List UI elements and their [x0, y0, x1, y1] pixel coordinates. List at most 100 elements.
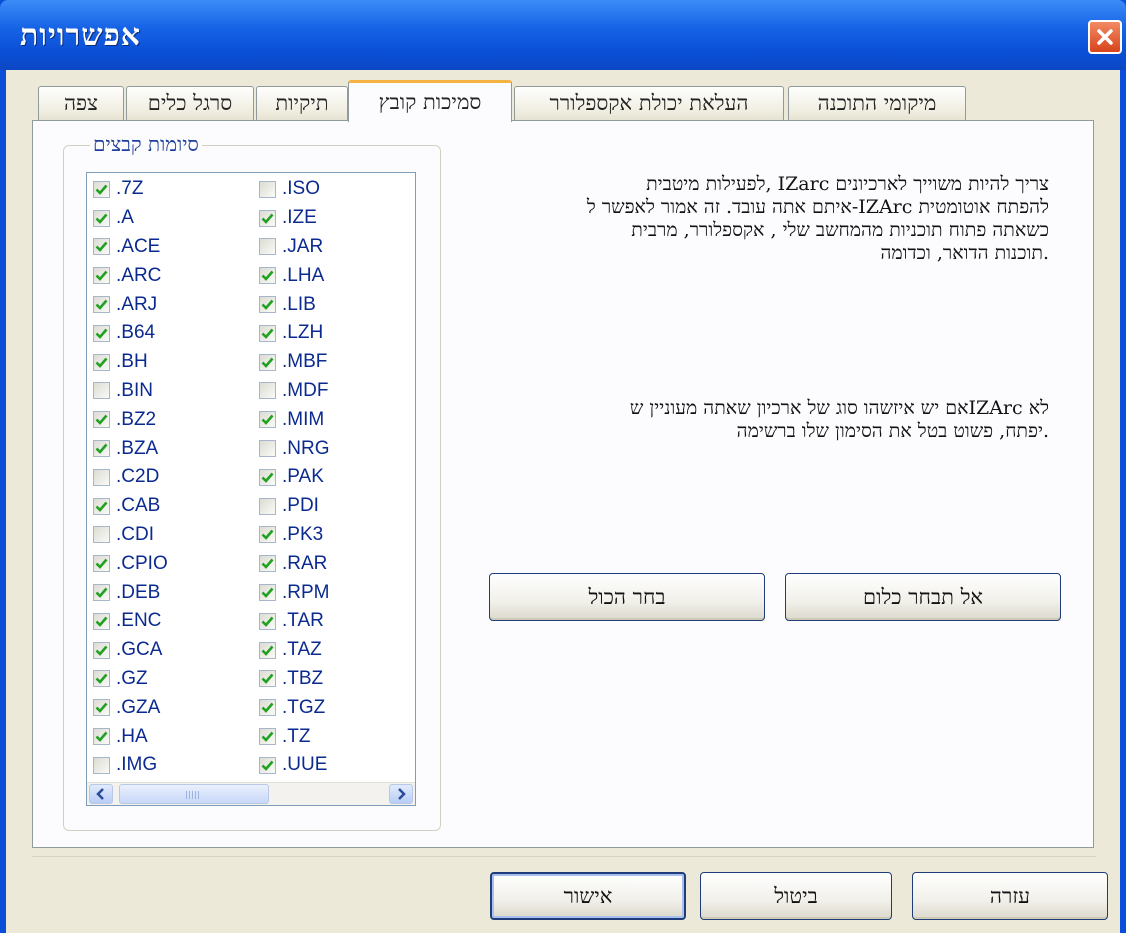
checkbox[interactable] — [93, 180, 110, 198]
tab-view[interactable]: צפה — [38, 86, 124, 120]
checkbox[interactable] — [259, 555, 276, 573]
extension-checkbox-item[interactable]: .IMG — [93, 751, 168, 780]
extension-checkbox-item[interactable]: .UUE — [259, 751, 330, 780]
checkbox[interactable] — [93, 324, 110, 342]
extension-checkbox-item[interactable]: .7Z — [93, 175, 168, 204]
extensions-list[interactable]: .7Z .A .ACE .ARC .ARJ .B64 .BH .BIN .BZ2 .BZA .C2D… — [86, 172, 416, 806]
extension-checkbox-item[interactable]: .HA — [93, 722, 168, 751]
checkbox[interactable] — [259, 670, 276, 688]
extension-checkbox-item[interactable]: .CPIO — [93, 549, 168, 578]
select-none-button[interactable]: אל תבחר כלום — [785, 573, 1061, 621]
close-button[interactable] — [1088, 20, 1122, 54]
extension-checkbox-item[interactable]: .GCA — [93, 636, 168, 665]
extension-checkbox-item[interactable]: .C2D — [93, 463, 168, 492]
checkbox[interactable] — [259, 728, 276, 746]
checkbox[interactable] — [93, 411, 110, 429]
extension-checkbox-item[interactable]: .JAR — [259, 233, 330, 262]
extension-checkbox-item[interactable]: .TGZ — [259, 693, 330, 722]
extension-checkbox-item[interactable]: .ARJ — [93, 290, 168, 319]
extension-checkbox-item[interactable]: .PDI — [259, 492, 330, 521]
extension-checkbox-item[interactable]: .LZH — [259, 319, 330, 348]
checkbox[interactable] — [93, 555, 110, 573]
extension-checkbox-item[interactable]: .GZ — [93, 665, 168, 694]
extension-checkbox-item[interactable]: .NRG — [259, 434, 330, 463]
checkbox[interactable] — [93, 728, 110, 746]
checkbox[interactable] — [259, 296, 276, 314]
checkbox[interactable] — [259, 641, 276, 659]
extension-checkbox-item[interactable]: .DEB — [93, 578, 168, 607]
checkbox[interactable] — [93, 353, 110, 371]
extension-checkbox-item[interactable]: .B64 — [93, 319, 168, 348]
extension-checkbox-item[interactable]: .PAK — [259, 463, 330, 492]
checkbox[interactable] — [259, 180, 276, 198]
scroll-left-button[interactable] — [89, 784, 113, 804]
ok-button[interactable]: אישור — [490, 872, 686, 920]
checkbox[interactable] — [259, 612, 276, 630]
extension-checkbox-item[interactable]: .ACE — [93, 233, 168, 262]
select-all-button[interactable]: בחר הכול — [489, 573, 765, 621]
tab-toolbar[interactable]: סרגל כלים — [126, 86, 254, 120]
extension-checkbox-item[interactable]: .TAZ — [259, 636, 330, 665]
extension-checkbox-item[interactable]: .LIB — [259, 290, 330, 319]
extension-checkbox-item[interactable]: .MDF — [259, 377, 330, 406]
checkbox[interactable] — [93, 468, 110, 486]
extension-checkbox-item[interactable]: .TAR — [259, 607, 330, 636]
checkbox[interactable] — [93, 612, 110, 630]
checkbox[interactable] — [259, 699, 276, 717]
checkbox[interactable] — [259, 209, 276, 227]
extension-checkbox-item[interactable]: .TBZ — [259, 665, 330, 694]
checkbox[interactable] — [259, 267, 276, 285]
checkbox[interactable] — [93, 641, 110, 659]
scroll-thumb[interactable] — [119, 784, 269, 804]
checkbox[interactable] — [93, 209, 110, 227]
checkbox[interactable] — [93, 756, 110, 774]
cancel-button[interactable]: ביטול — [700, 872, 892, 920]
checkbox[interactable] — [259, 411, 276, 429]
extension-checkbox-item[interactable]: .MIM — [259, 405, 330, 434]
checkbox[interactable] — [93, 296, 110, 314]
extension-checkbox-item[interactable]: .ENC — [93, 607, 168, 636]
scroll-right-button[interactable] — [389, 784, 413, 804]
extension-checkbox-item[interactable]: .RPM — [259, 578, 330, 607]
checkbox[interactable] — [93, 699, 110, 717]
checkbox[interactable] — [93, 382, 110, 400]
checkbox[interactable] — [259, 584, 276, 602]
checkbox[interactable] — [259, 238, 276, 256]
extension-checkbox-item[interactable]: .LHA — [259, 261, 330, 290]
extension-checkbox-item[interactable]: .BIN — [93, 377, 168, 406]
checkbox[interactable] — [93, 440, 110, 458]
checkbox[interactable] — [259, 526, 276, 544]
title-bar[interactable]: אפשרויות — [0, 0, 1126, 70]
extension-checkbox-item[interactable]: .BH — [93, 348, 168, 377]
extension-checkbox-item[interactable]: .TZ — [259, 722, 330, 751]
extension-checkbox-item[interactable]: .BZA — [93, 434, 168, 463]
extension-checkbox-item[interactable]: .MBF — [259, 348, 330, 377]
checkbox[interactable] — [93, 267, 110, 285]
extension-checkbox-item[interactable]: .PK3 — [259, 521, 330, 550]
tab-program-locations[interactable]: מיקומי התוכנה — [788, 86, 966, 120]
extension-checkbox-item[interactable]: .RAR — [259, 549, 330, 578]
help-button[interactable]: עזרה — [912, 872, 1108, 920]
checkbox[interactable] — [93, 497, 110, 515]
checkbox[interactable] — [93, 238, 110, 256]
extension-checkbox-item[interactable]: .CDI — [93, 521, 168, 550]
checkbox[interactable] — [259, 382, 276, 400]
checkbox[interactable] — [93, 670, 110, 688]
checkbox[interactable] — [259, 353, 276, 371]
extension-checkbox-item[interactable]: .GZA — [93, 693, 168, 722]
checkbox[interactable] — [259, 756, 276, 774]
extension-checkbox-item[interactable]: .ISO — [259, 175, 330, 204]
tab-folders[interactable]: תיקיות — [256, 86, 348, 120]
extension-checkbox-item[interactable]: .BZ2 — [93, 405, 168, 434]
extension-checkbox-item[interactable]: .IZE — [259, 204, 330, 233]
tab-file-association[interactable]: סמיכות קובץ — [348, 80, 512, 122]
checkbox[interactable] — [259, 497, 276, 515]
extension-checkbox-item[interactable]: .CAB — [93, 492, 168, 521]
extension-checkbox-item[interactable]: .A — [93, 204, 168, 233]
checkbox[interactable] — [259, 324, 276, 342]
checkbox[interactable] — [259, 440, 276, 458]
tab-explorer-enhancements[interactable]: העלאת יכולת אקספלורר — [514, 86, 784, 120]
checkbox[interactable] — [259, 468, 276, 486]
extension-checkbox-item[interactable]: .ARC — [93, 261, 168, 290]
checkbox[interactable] — [93, 526, 110, 544]
